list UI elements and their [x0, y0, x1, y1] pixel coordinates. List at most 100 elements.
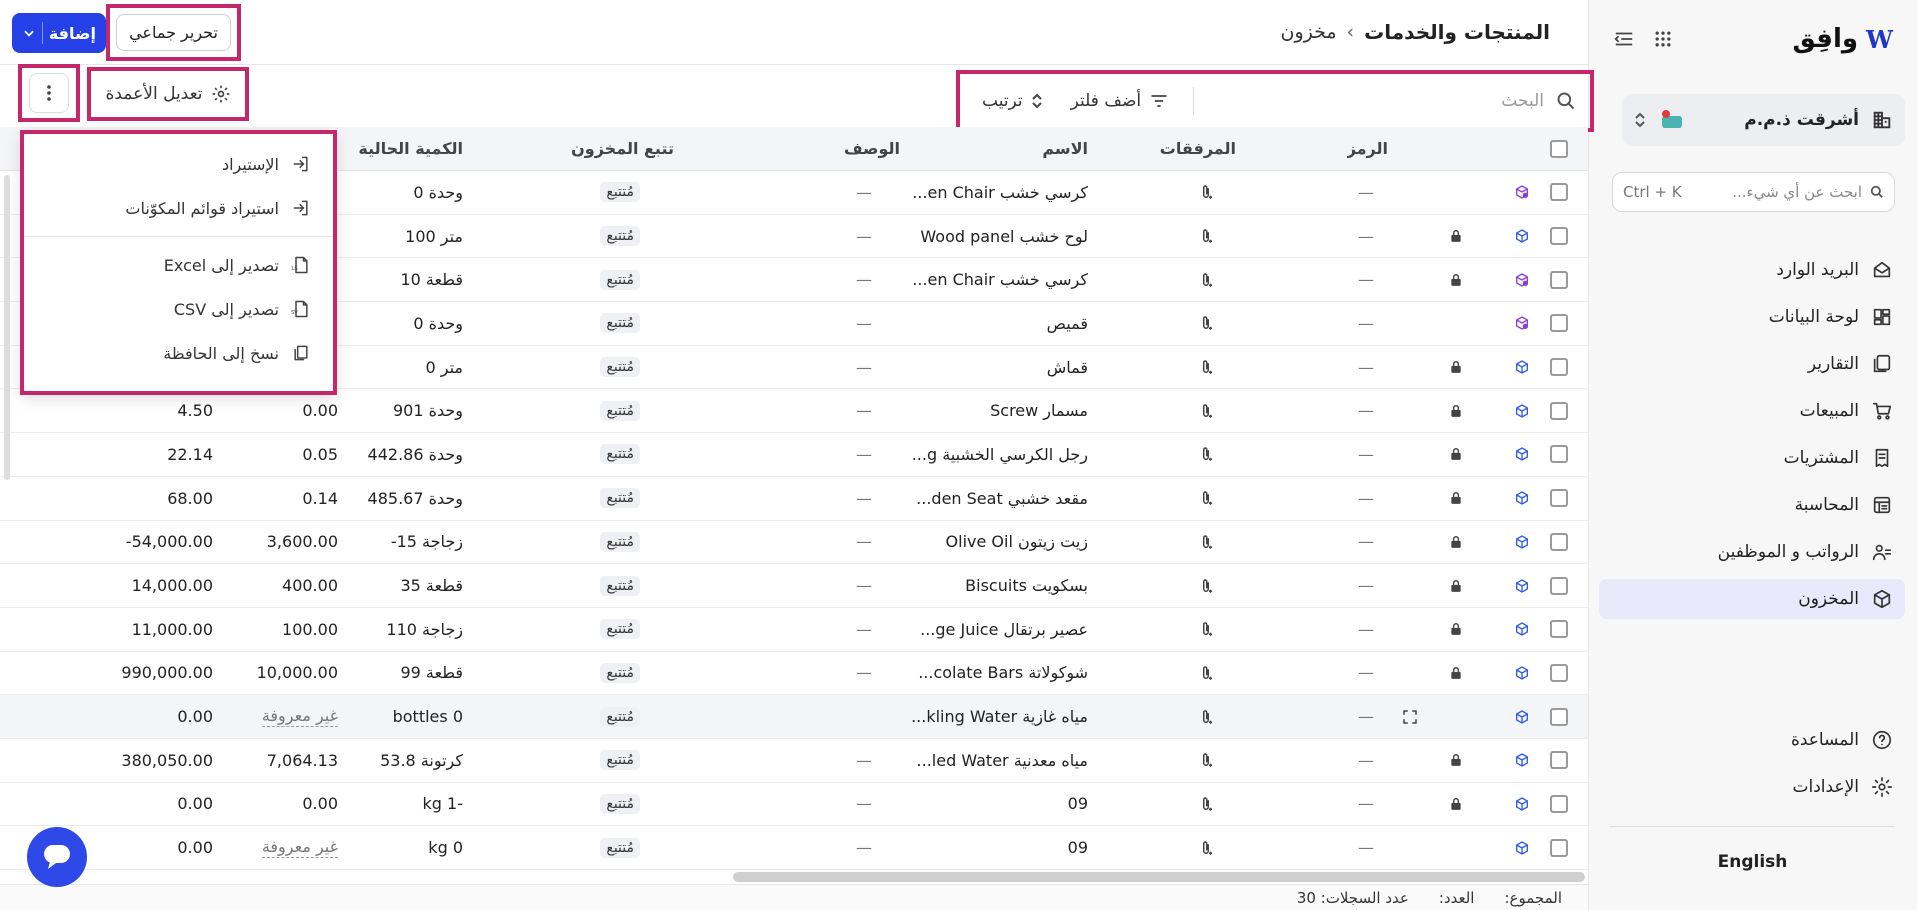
row-checkbox[interactable] [1544, 258, 1574, 301]
sidebar-item-gear[interactable]: الإعدادات [1599, 767, 1905, 807]
cell-name[interactable]: شوكولاتة colate Bars... [888, 652, 1088, 695]
cell-name[interactable]: بسكويت Biscuits [888, 564, 1088, 607]
attachment-icon[interactable] [1194, 652, 1218, 695]
attachment-icon[interactable] [1194, 783, 1218, 826]
row-checkbox[interactable] [1544, 739, 1574, 782]
table-row[interactable]: — زيت زيتون Olive Oil — مُتتبع زجاجة 15- 3,60… [0, 520, 1588, 565]
column-header-name[interactable]: الاسم [1042, 127, 1088, 170]
table-row[interactable]: — مياه معدنية led Water... — مُتتبع كرتونة 5… [0, 738, 1588, 783]
cell-name[interactable]: 09 [888, 826, 1088, 869]
row-checkbox[interactable] [1544, 826, 1574, 869]
row-checkbox[interactable] [1544, 564, 1574, 607]
cell-name[interactable]: عصير برتقال ge Juice... [888, 608, 1088, 651]
cell-name[interactable]: رجل الكرسي الخشبية g... [888, 433, 1088, 476]
edit-columns-button[interactable]: تعديل الأعمدة [87, 67, 249, 121]
breadcrumb-root[interactable]: مخزون [1280, 21, 1336, 43]
attachment-icon[interactable] [1194, 826, 1218, 869]
attachment-icon[interactable] [1194, 477, 1218, 520]
table-row[interactable]: — مياه غازية kling Water... مُتتبع 0 bottle… [0, 695, 1588, 739]
table-row[interactable]: — 09 — مُتتبع 0 kg غير معروفة 0.00 [0, 826, 1588, 870]
cell-name[interactable]: مياه معدنية led Water... [888, 739, 1088, 782]
cell-name[interactable]: زيت زيتون Olive Oil [888, 521, 1088, 564]
apps-grid-icon[interactable] [1653, 28, 1673, 50]
row-checkbox[interactable] [1544, 652, 1574, 695]
org-switcher[interactable]: أشرقت ذ.م.م [1622, 94, 1905, 146]
row-checkbox[interactable] [1544, 389, 1574, 432]
menu-item-xls-file[interactable]: XLS تصدير إلى Excel [24, 243, 333, 287]
table-row[interactable]: — رجل الكرسي الخشبية g... — مُتتبع وحدة 442.… [0, 433, 1588, 477]
cell-name[interactable]: مسمار Screw [888, 389, 1088, 432]
table-row[interactable]: — بسكويت Biscuits — مُتتبع قطعة 35 400.00 14,0… [0, 564, 1588, 608]
attachment-icon[interactable] [1194, 695, 1218, 738]
column-header-attachments[interactable]: المرفقات [1160, 127, 1236, 170]
row-checkbox[interactable] [1544, 783, 1574, 826]
attachment-icon[interactable] [1194, 258, 1218, 301]
attachment-icon[interactable] [1194, 215, 1218, 258]
global-search-input[interactable]: ابحث عن أي شيء... Ctrl + K [1612, 172, 1895, 212]
table-search-input[interactable]: البحث [1210, 91, 1544, 111]
row-checkbox[interactable] [1544, 346, 1574, 389]
table-row[interactable]: — عصير برتقال ge Juice... — مُتتبع زجاجة 110… [0, 607, 1588, 652]
row-checkbox[interactable] [1544, 521, 1574, 564]
sidebar-item-people[interactable]: الرواتب و الموظفين [1599, 532, 1905, 572]
more-options-button[interactable] [18, 64, 80, 122]
row-checkbox[interactable] [1544, 695, 1574, 738]
attachment-icon[interactable] [1194, 608, 1218, 651]
collapse-sidebar-icon[interactable] [1613, 28, 1635, 50]
table-row[interactable]: — 09 — مُتتبع -1 kg 0.00 0.00 [0, 782, 1588, 827]
attachment-icon[interactable] [1194, 739, 1218, 782]
sidebar-item-ledger[interactable]: المحاسبة [1599, 485, 1905, 525]
table-row[interactable]: — مقعد خشبي den Seat... — مُتتبع وحدة 485.67… [0, 476, 1588, 521]
attachment-icon[interactable] [1194, 521, 1218, 564]
sidebar-item-dashboard[interactable]: لوحة البيانات [1599, 297, 1905, 337]
row-checkbox[interactable] [1544, 302, 1574, 345]
menu-item-csv-file[interactable]: CSV تصدير إلى CSV [24, 287, 333, 331]
cell-name[interactable]: لوح خشب Wood panel [888, 215, 1088, 258]
table-row[interactable]: — شوكولاتة colate Bars... — مُتتبع قطعة 99 10… [0, 651, 1588, 696]
vertical-scrollbar[interactable] [4, 175, 10, 480]
expand-icon[interactable] [1398, 695, 1422, 738]
menu-item-clipboard[interactable]: نسخ إلى الحافظة [24, 331, 333, 375]
menu-item-import[interactable]: الإستيراد [24, 142, 333, 186]
language-switch[interactable]: English [1588, 852, 1917, 872]
sidebar-item-cube[interactable]: المخزون [1599, 579, 1905, 619]
cell-name[interactable]: كرسي خشب en Chair... [888, 171, 1088, 214]
sidebar-item-cart[interactable]: المبيعات [1599, 391, 1905, 431]
cell-name[interactable]: 09 [888, 783, 1088, 826]
column-header-qty[interactable]: الكمية الحالية [358, 127, 463, 170]
cell-name[interactable]: مقعد خشبي den Seat... [888, 477, 1088, 520]
attachment-icon[interactable] [1194, 564, 1218, 607]
brand-logo[interactable]: W وافِق [1793, 24, 1894, 54]
column-header-code[interactable]: الرمز [1347, 127, 1388, 170]
chat-button[interactable] [27, 827, 87, 887]
attachment-icon[interactable] [1194, 171, 1218, 214]
sidebar-item-reports[interactable]: التقارير [1599, 344, 1905, 384]
sidebar-item-receipt[interactable]: المشتريات [1599, 438, 1905, 478]
column-header-tracking[interactable]: تتبع المخزون [571, 127, 674, 170]
column-header-description[interactable]: الوصف [844, 127, 900, 170]
select-all-checkbox[interactable] [1544, 127, 1574, 170]
row-checkbox[interactable] [1544, 477, 1574, 520]
attachment-icon[interactable] [1194, 433, 1218, 476]
row-checkbox[interactable] [1544, 215, 1574, 258]
row-checkbox[interactable] [1544, 608, 1574, 651]
cell-name[interactable]: مياه غازية kling Water... [888, 695, 1088, 738]
attachment-icon[interactable] [1194, 302, 1218, 345]
cell-name[interactable]: قماش [888, 346, 1088, 389]
table-row[interactable]: — مسمار Screw — مُتتبع وحدة 901 0.00 4.50 [0, 389, 1588, 434]
add-filter-button[interactable]: أضف فلتر [1063, 91, 1177, 111]
row-checkbox[interactable] [1544, 433, 1574, 476]
menu-item-import-bom[interactable]: استيراد قوائم المكوّنات [24, 186, 333, 230]
attachment-icon[interactable] [1194, 346, 1218, 389]
attachment-icon[interactable] [1194, 389, 1218, 432]
sort-button[interactable]: ترتيب [974, 91, 1051, 111]
row-checkbox[interactable] [1544, 171, 1574, 214]
chevron-down-icon[interactable] [22, 26, 36, 40]
sidebar-item-inbox[interactable]: البريد الوارد [1599, 250, 1905, 290]
horizontal-scrollbar[interactable] [733, 872, 1585, 882]
add-button[interactable]: إضافة [12, 13, 106, 53]
cell-name[interactable]: كرسي خشب en Chair... [888, 258, 1088, 301]
sidebar-item-help[interactable]: المساعدة [1599, 720, 1905, 760]
bulk-edit-button[interactable]: تحرير جماعي [106, 4, 241, 61]
cell-name[interactable]: قميص [888, 302, 1088, 345]
